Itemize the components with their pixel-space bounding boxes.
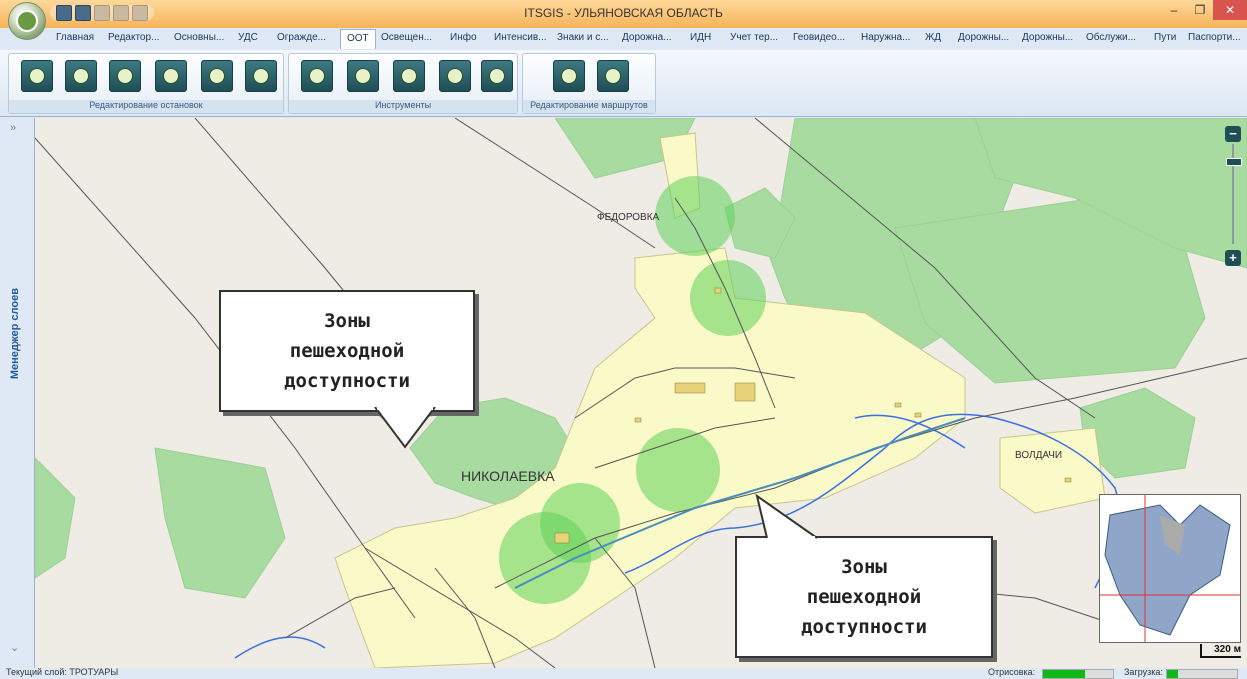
tab-puti[interactable]: Пути <box>1154 32 1176 43</box>
place-label-voldachi: ВОЛДАЧИ <box>1015 450 1063 461</box>
move-stop-button[interactable] <box>155 60 187 92</box>
expand-icon[interactable]: » <box>10 122 16 134</box>
minimap-graphics <box>1100 495 1240 642</box>
render-progress-fill <box>1043 670 1085 678</box>
title-bar: ITSGIS - УЛЬЯНОВСКАЯ ОБЛАСТЬ – ❐ ✕ <box>0 0 1247 28</box>
road-tool-button[interactable] <box>481 60 513 92</box>
group-stop-editing: Редактирование остановок <box>8 53 284 114</box>
map-canvas[interactable]: ФЕДОРОВКА НИКОЛАЕВКА ВОЛДАЧИ Зоны пешехо… <box>35 118 1247 668</box>
tab-ograzhdeniya[interactable]: Огражде... <box>277 32 326 43</box>
tab-zhd[interactable]: ЖД <box>925 32 941 43</box>
add-stop-alt-button[interactable] <box>65 60 97 92</box>
remove-stop-button[interactable] <box>109 60 141 92</box>
callout-line: Зоны <box>841 556 887 578</box>
tab-osnovnye[interactable]: Основны... <box>174 32 224 43</box>
tab-glavnaya[interactable]: Главная <box>56 32 94 43</box>
close-button[interactable]: ✕ <box>1213 0 1247 20</box>
app-logo-icon <box>16 10 38 32</box>
current-layer-status: Текущий слой: ТРОТУАРЫ <box>6 667 119 677</box>
collapse-icon[interactable]: ⌄ <box>10 641 19 654</box>
tab-dorozhnaya[interactable]: Дорожна... <box>622 32 672 43</box>
add-stop-button[interactable] <box>21 60 53 92</box>
search-route-button[interactable] <box>393 60 425 92</box>
find-route-button[interactable] <box>597 60 629 92</box>
group-label: Редактирование остановок <box>9 100 283 113</box>
app-menu-button[interactable] <box>8 2 46 40</box>
tab-idn[interactable]: ИДН <box>690 32 711 43</box>
add-route-button[interactable] <box>553 60 585 92</box>
tab-geovideo[interactable]: Геовидео... <box>793 32 845 43</box>
tab-uds[interactable]: УДС <box>238 32 258 43</box>
walk-zone-button[interactable] <box>439 60 471 92</box>
window-title: ITSGIS - УЛЬЯНОВСКАЯ ОБЛАСТЬ <box>524 6 723 20</box>
layer-manager-panel[interactable]: » Менеджер слоев ⌄ <box>0 118 35 668</box>
restore-button[interactable]: ❐ <box>1187 0 1213 20</box>
group-label: Редактирование маршрутов <box>523 100 655 113</box>
layer-manager-label[interactable]: Менеджер слоев <box>9 288 21 379</box>
zoom-slider-thumb[interactable] <box>1226 158 1242 166</box>
tab-info[interactable]: Инфо <box>450 32 477 43</box>
tab-uchet[interactable]: Учет тер... <box>730 32 778 43</box>
edit-stop-button[interactable] <box>201 60 233 92</box>
tab-redaktor[interactable]: Редактор... <box>108 32 159 43</box>
group-label: Инструменты <box>289 100 517 113</box>
tab-dorozhnye-1[interactable]: Дорожны... <box>958 32 1009 43</box>
tab-intensivnost[interactable]: Интенсив... <box>494 32 547 43</box>
tab-dorozhnye-2[interactable]: Дорожны... <box>1022 32 1073 43</box>
minimize-button[interactable]: – <box>1161 0 1187 20</box>
status-bar: Текущий слой: ТРОТУАРЫ Отрисовка: Загруз… <box>0 667 1247 679</box>
callout-pointer-2 <box>755 493 818 540</box>
scale-bar: 320 м <box>1200 644 1241 658</box>
ribbon: Редактирование остановок Инструменты Ред… <box>0 50 1247 117</box>
zoom-in-button[interactable]: + <box>1225 250 1241 266</box>
tab-osveshchenie[interactable]: Освещен... <box>381 32 432 43</box>
callout-line: пешеходной <box>806 586 922 608</box>
tab-oot[interactable]: ООТ <box>340 29 376 49</box>
tab-pasporti[interactable]: Паспорти... <box>1188 32 1241 43</box>
search-stop-button[interactable] <box>301 60 333 92</box>
callout-line: доступности <box>801 616 927 638</box>
callout-walk-zones-2: Зоны пешеходной доступности <box>735 536 993 658</box>
info-button[interactable] <box>347 60 379 92</box>
tab-naruzhnaya[interactable]: Наружна... <box>861 32 910 43</box>
load-progress-fill <box>1167 670 1178 678</box>
callout-line: пешеходной <box>289 340 405 362</box>
place-label-nikolaevka: НИКОЛАЕВКА <box>461 468 555 484</box>
tab-znaki[interactable]: Знаки и с... <box>557 32 609 43</box>
overview-minimap[interactable] <box>1099 494 1241 643</box>
group-tools: Инструменты <box>288 53 518 114</box>
callout-line: доступности <box>284 370 410 392</box>
callout-pointer-1 <box>374 407 436 449</box>
window-controls: – ❐ ✕ <box>1161 0 1247 20</box>
zoom-control: − + <box>1225 126 1242 266</box>
load-label: Загрузка: <box>1124 667 1163 677</box>
zoom-out-button[interactable]: − <box>1225 126 1241 142</box>
map-graphics <box>35 118 1247 668</box>
stop-settings-button[interactable] <box>245 60 277 92</box>
callout-line: Зоны <box>324 310 370 332</box>
ribbon-tabs: Главная Редактор... Основны... УДС Ограж… <box>0 28 1247 51</box>
group-route-editing: Редактирование маршрутов <box>522 53 656 114</box>
place-label-fedorovka: ФЕДОРОВКА <box>597 212 660 223</box>
callout-walk-zones-1: Зоны пешеходной доступности <box>219 290 475 412</box>
render-label: Отрисовка: <box>988 667 1036 677</box>
tab-obsluzhivanie[interactable]: Обслужи... <box>1086 32 1136 43</box>
